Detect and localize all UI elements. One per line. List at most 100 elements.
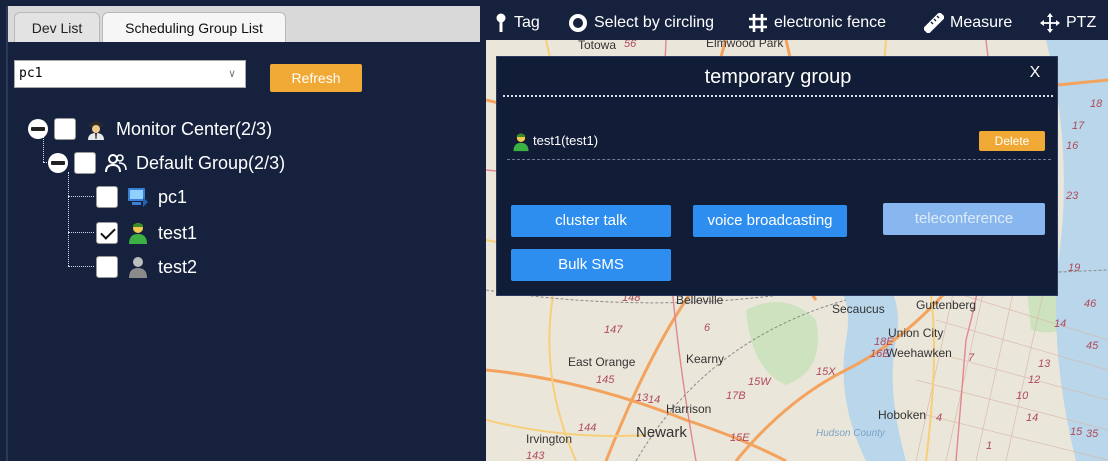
map-label-guttenberg: Guttenberg [916,298,977,312]
cluster-talk-button[interactable]: cluster talk [511,205,671,237]
map-label-kearny: Kearny [686,352,725,366]
tree-node-label: Monitor Center(2/3) [116,118,273,139]
map-route-number: 144 [578,422,597,434]
map-route-number: 145 [596,374,615,386]
refresh-button[interactable]: Refresh [270,64,362,92]
pc-monitor-icon [128,188,148,207]
tree-node-label: test1 [158,222,198,243]
tree-checkbox-checked[interactable] [96,222,118,244]
map-route-number: 35 [1086,428,1099,440]
tool-tag[interactable]: Tag [494,6,540,40]
map-label-weehawken: Weehawken [886,346,952,360]
map-route-number: 15W [748,376,771,388]
tree-connector [68,196,94,197]
tool-ptz[interactable]: PTZ [1040,6,1096,40]
tool-select-by-circling[interactable]: Select by circling [568,6,714,40]
controls-bar: pc1 ∨ Refresh [8,42,480,106]
map-route-number: 147 [604,324,623,336]
delete-button[interactable]: Delete [979,131,1045,151]
map-label-harrison: Harrison [666,402,712,416]
tree-node-label: pc1 [158,186,188,207]
map-route-number: 12 [1028,374,1041,386]
map-route-number: 14 [648,394,661,406]
tree-node-monitor-center[interactable]: Monitor Center(2/3) [28,114,272,144]
tree-checkbox[interactable] [96,256,118,278]
tool-label: PTZ [1066,14,1097,31]
map-label-totowa: Totowa [578,40,617,52]
map-route-number: 1 [986,440,993,452]
tree-node-test1[interactable]: test1 [96,218,197,248]
map-route-number: 14 [1054,318,1067,330]
user-offline-icon [129,257,147,278]
tree-checkbox[interactable] [54,118,76,140]
tab-scheduling-group-list[interactable]: Scheduling Group List [102,12,286,42]
tool-label: Select by circling [594,14,715,31]
tree-node-label: test2 [158,256,198,277]
map-route-number: 46 [1084,298,1097,310]
group-select-value: pc1 [19,66,43,81]
app-window: Dev List Scheduling Group List pc1 ∨ Ref… [0,0,1108,461]
tree-node-label: Default Group(2/3) [136,152,286,173]
left-panel: Dev List Scheduling Group List pc1 ∨ Ref… [6,6,480,461]
tool-label: electronic fence [774,14,887,31]
temporary-group-dialog: temporary group X test1(test1) Delete cl… [496,56,1058,296]
map-route-number: 15E [730,432,750,444]
tab-bar: Dev List Scheduling Group List [8,6,480,42]
collapse-icon[interactable] [28,119,48,139]
map-label-newark: Newark [636,424,687,441]
tree-node-default-group[interactable]: Default Group(2/3) [48,148,285,178]
tool-label: Tag [514,14,540,31]
map-route-number: 15 [1070,426,1083,438]
device-tree: Monitor Center(2/3) Default Group(2/3) p… [8,106,480,346]
map-label-hoboken: Hoboken [878,408,927,422]
map-label-east-orange: East Orange [568,355,636,369]
ruler-icon [924,13,944,33]
tree-checkbox[interactable] [74,152,96,174]
circle-select-icon [569,14,587,32]
group-select[interactable]: pc1 ∨ [14,60,246,88]
dialog-title: temporary group [704,66,852,88]
close-button[interactable]: X [1025,61,1045,85]
map-route-number: 18E [874,336,894,348]
map-label-elmwood-park: Elmwood Park [706,40,784,50]
map-toolbar: Tag Select by circling electronic fence … [486,6,1108,40]
divider [503,95,1053,97]
user-online-icon [513,133,529,152]
tool-electronic-fence[interactable]: electronic fence [748,6,886,40]
tree-connector [68,172,69,266]
pin-icon [496,13,506,32]
group-users-icon [105,154,127,173]
map-route-number: 7 [968,352,975,364]
map-route-number: 56 [624,40,637,50]
collapse-icon[interactable] [48,153,68,173]
tree-node-pc1[interactable]: pc1 [96,182,187,212]
map-route-number: 23 [1066,190,1079,202]
tool-measure[interactable]: Measure [924,6,1012,40]
map-label-secaucus: Secaucus [832,302,885,316]
map-route-number: 13 [636,392,649,404]
map-route-number: 18 [1090,98,1103,110]
tool-label: Measure [950,14,1013,31]
map-route-number: 143 [526,450,545,461]
map-route-number: 17B [726,390,746,402]
member-name: test1(test1) [533,133,599,148]
map-route-number: 16 [1066,140,1079,152]
voice-broadcasting-button[interactable]: voice broadcasting [693,205,847,237]
map-route-number: 15X [816,366,836,378]
move-arrows-icon [1040,13,1060,33]
map-route-number: 19 [1068,262,1081,274]
map-route-number: 14 [1026,412,1039,424]
tab-dev-list[interactable]: Dev List [14,12,100,42]
hash-fence-icon [749,14,767,32]
bulk-sms-button[interactable]: Bulk SMS [511,249,671,281]
map-label-union-city: Union City [888,326,944,340]
teleconference-button[interactable]: teleconference [883,203,1045,235]
tree-node-test2[interactable]: test2 [96,252,197,282]
chevron-down-icon: ∨ [228,67,236,80]
tree-connector [68,266,94,267]
group-member-row: test1(test1) Delete [507,129,1051,155]
tree-checkbox[interactable] [96,186,118,208]
person-officer-icon [88,120,104,140]
map-route-number: 17 [1072,120,1085,132]
map-route-number: 10 [1016,390,1029,402]
